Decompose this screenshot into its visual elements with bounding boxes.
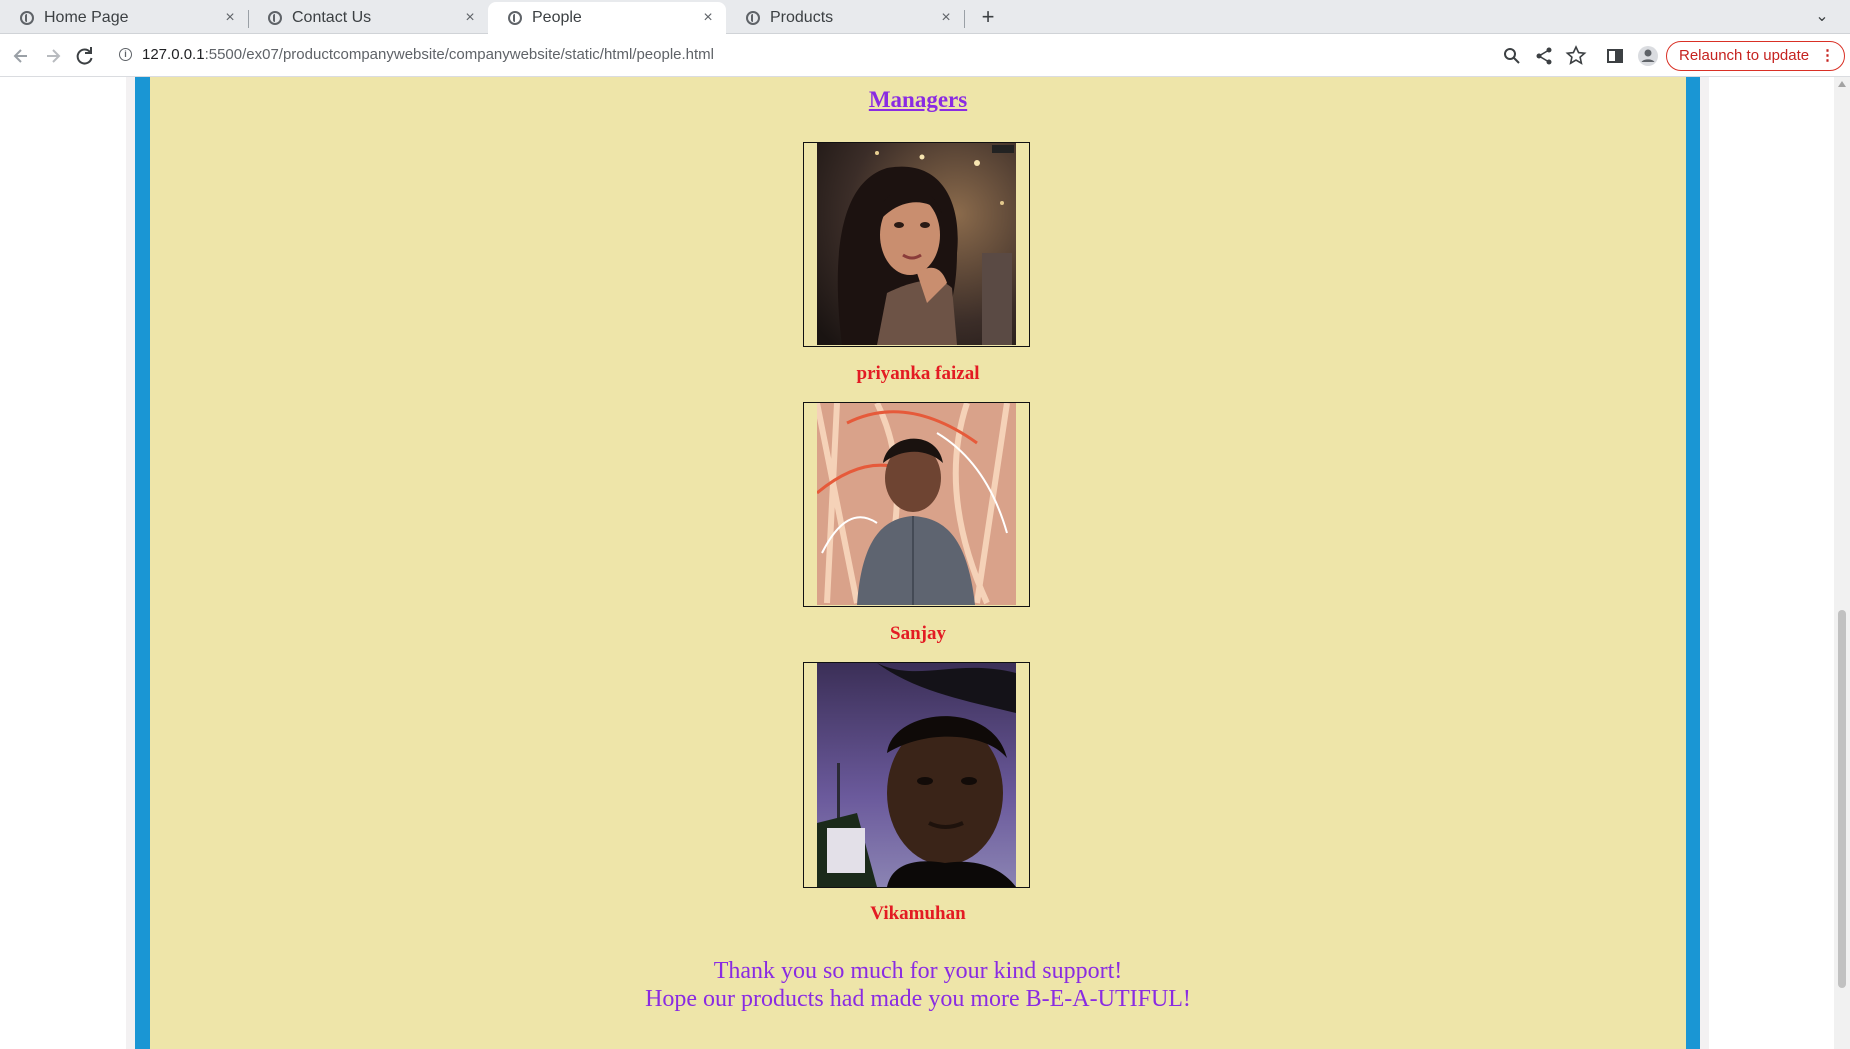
tab-search-chevron-icon[interactable]: ⌄	[1810, 4, 1834, 30]
browser-toolbar: i 127.0.0.1:5500/ex07/productcompanywebs…	[0, 34, 1850, 77]
close-icon[interactable]: ×	[218, 9, 242, 27]
globe-icon	[268, 11, 282, 25]
url-host: 127.0.0.1	[142, 46, 205, 63]
bookmark-button[interactable]	[1562, 42, 1590, 70]
blue-border-right	[1686, 77, 1700, 1049]
tab-label: Contact Us	[292, 9, 372, 26]
page-viewport: Managers priyanka faizal Sanjay Vikamuha…	[0, 77, 1850, 1049]
blue-border-left	[135, 77, 150, 1049]
share-icon	[1536, 47, 1552, 65]
scroll-up-arrow-icon[interactable]	[1838, 81, 1846, 87]
person-photo-vikamuhan	[817, 663, 1016, 887]
globe-icon	[508, 11, 522, 25]
url-path: :5500/ex07/productcompanywebsite/company…	[204, 46, 715, 63]
forward-button[interactable]	[39, 42, 67, 70]
person-photo-frame	[803, 662, 1030, 888]
reload-icon	[76, 47, 93, 65]
profile-button[interactable]	[1634, 42, 1662, 70]
magnifier-icon	[1504, 48, 1520, 64]
star-icon	[1565, 45, 1587, 65]
person-name: priyanka faizal	[856, 363, 980, 384]
person-photo-sanjay	[817, 403, 1016, 606]
page-margin-right	[1700, 77, 1709, 1049]
tab-home-page[interactable]: Home Page ×	[0, 2, 248, 34]
relaunch-to-update-button[interactable]: Relaunch to update ⋮	[1666, 41, 1845, 71]
tab-strip: Home Page × Contact Us × People × Produc…	[0, 0, 1850, 34]
page-margin-left	[126, 77, 135, 1049]
site-info-icon[interactable]: i	[119, 48, 132, 61]
reload-button[interactable]	[71, 42, 99, 70]
person-photo-priyanka	[817, 143, 1016, 346]
menu-dots-icon: ⋮	[1820, 47, 1835, 64]
scrollbar-thumb[interactable]	[1838, 610, 1846, 988]
thanks-message-line-1: Thank you so much for your kind support!	[713, 958, 1123, 984]
globe-icon	[20, 11, 34, 25]
thanks-message-line-2: Hope our products had made you more B-E-…	[645, 986, 1191, 1012]
tab-people[interactable]: People ×	[488, 2, 726, 34]
close-icon[interactable]: ×	[934, 9, 958, 27]
side-panel-button[interactable]	[1601, 42, 1629, 70]
side-panel-icon	[1607, 49, 1623, 63]
person-name: Vikamuhan	[870, 903, 966, 924]
close-icon[interactable]: ×	[696, 9, 720, 27]
tab-label: Home Page	[44, 9, 129, 26]
globe-icon	[746, 11, 760, 25]
tab-label: People	[532, 9, 582, 26]
back-button[interactable]	[7, 42, 35, 70]
person-name: Sanjay	[890, 623, 946, 644]
tab-contact-us[interactable]: Contact Us ×	[248, 2, 488, 34]
people-section: Managers priyanka faizal Sanjay Vikamuha…	[150, 77, 1686, 1049]
tab-divider	[964, 10, 965, 28]
address-bar[interactable]: 127.0.0.1:5500/ex07/productcompanywebsit…	[142, 46, 714, 63]
person-photo-frame	[803, 402, 1030, 607]
zoom-button[interactable]	[1498, 42, 1526, 70]
section-title-managers[interactable]: Managers	[150, 87, 1686, 113]
forward-arrow-icon	[47, 49, 61, 63]
tab-label: Products	[770, 9, 834, 26]
tab-products[interactable]: Products ×	[726, 2, 964, 34]
close-icon[interactable]: ×	[458, 9, 482, 27]
relaunch-label: Relaunch to update	[1679, 47, 1810, 64]
new-tab-button[interactable]: +	[976, 2, 1000, 32]
avatar-icon	[1638, 46, 1658, 66]
back-arrow-icon	[13, 49, 27, 63]
person-photo-frame	[803, 142, 1030, 347]
share-button[interactable]	[1530, 42, 1558, 70]
